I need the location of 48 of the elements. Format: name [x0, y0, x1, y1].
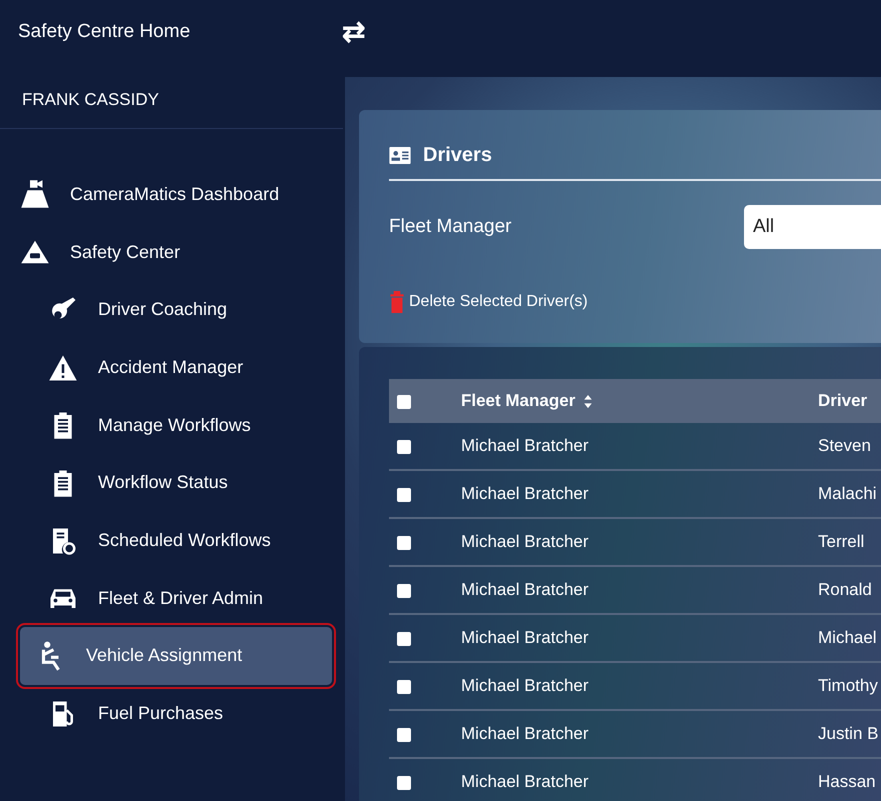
table-cell: Michael Bratcher [461, 676, 589, 695]
table-cell: Michael Bratcher [461, 772, 589, 791]
panel-title: Drivers [423, 144, 492, 167]
nav-item[interactable]: Workflow Status [32, 454, 332, 512]
row-checkbox[interactable] [397, 440, 411, 454]
table-cell: Terrell [818, 532, 864, 551]
app-title[interactable]: Safety Centre Home [18, 21, 190, 43]
nav-item[interactable]: Driver Coaching [32, 281, 332, 339]
row-checkbox[interactable] [397, 536, 411, 550]
row-checkbox[interactable] [397, 632, 411, 646]
filter-label: Fleet Manager [389, 216, 513, 238]
table-cell: Steven [818, 436, 871, 455]
table-cell: Michael Bratcher [461, 532, 589, 551]
table-cell: Timothy [818, 676, 878, 695]
table-cell: Michael Bratcher [461, 484, 589, 503]
table-cell: Justin B [818, 724, 878, 743]
delete-button[interactable]: Delete Selected Driver(s) [389, 291, 588, 313]
nav-item[interactable]: Fuel Purchases [32, 684, 332, 742]
nav-item[interactable]: Manage Workflows [32, 396, 332, 454]
nav-item[interactable]: Scheduled Workflows [32, 512, 332, 570]
row-checkbox[interactable] [397, 680, 411, 694]
row-checkbox[interactable] [397, 488, 411, 502]
nav-item[interactable]: Safety Center [18, 223, 314, 281]
table-cell: Michael Bratcher [461, 628, 589, 647]
swap-icon[interactable]: ⇄ [342, 18, 365, 46]
camera-road-icon [20, 179, 50, 209]
row-checkbox[interactable] [397, 728, 411, 742]
table-cell: Michael Bratcher [461, 724, 589, 743]
fleet-manager-select[interactable]: All [744, 205, 881, 249]
column-header[interactable]: Fleet Manager [461, 391, 576, 410]
column-header[interactable]: Driver [818, 391, 868, 410]
sort-icon[interactable] [583, 394, 594, 410]
table-cell: Ronald [818, 580, 872, 599]
table-cell: Malachi [818, 484, 877, 503]
id-card-icon [389, 147, 411, 164]
trash-icon [389, 291, 405, 313]
user-name: FRANK CASSIDY [0, 64, 343, 129]
table-cell: Michael [818, 628, 877, 647]
nav-item[interactable]: Fleet & Driver Admin [32, 569, 332, 628]
table-cell: Michael Bratcher [461, 580, 589, 599]
table-cell: Michael Bratcher [461, 436, 589, 455]
select-all-checkbox[interactable] [397, 394, 411, 409]
table-cell: Hassan [818, 772, 876, 791]
nav-item[interactable]: Accident Manager [32, 338, 332, 396]
row-checkbox[interactable] [397, 584, 411, 598]
row-checkbox[interactable] [397, 776, 411, 790]
nav-item[interactable]: Vehicle Assignment [20, 627, 332, 685]
nav-item[interactable]: CameraMatics Dashboard [18, 165, 314, 223]
